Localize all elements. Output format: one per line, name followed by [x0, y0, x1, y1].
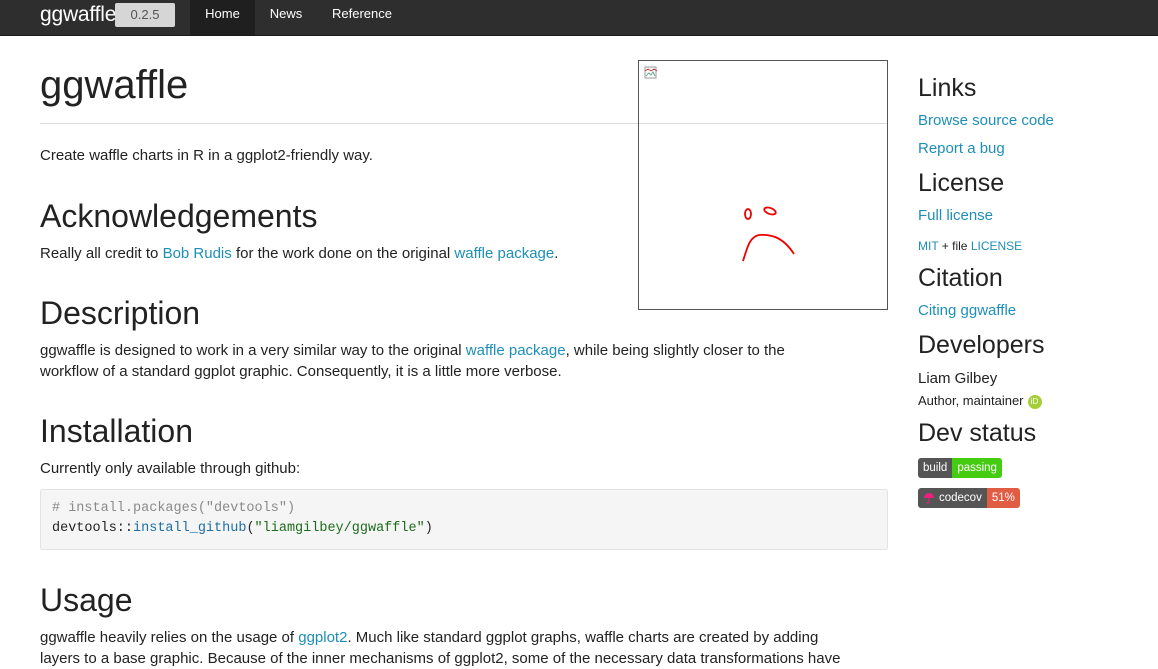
nav-reference[interactable]: Reference: [317, 0, 407, 35]
installation-heading: Installation: [40, 413, 193, 449]
sad-face-drawing: [742, 206, 795, 262]
waffle-package-link-2[interactable]: waffle package: [466, 342, 566, 359]
ack-heading: Acknowledgements: [40, 198, 318, 234]
developers-heading: Developers: [918, 331, 1045, 359]
code-function[interactable]: install_github: [133, 521, 246, 536]
installation-text: Currently only available through github:: [40, 460, 301, 477]
browse-source-link[interactable]: Browse source code: [918, 111, 1054, 131]
devstatus-heading: Dev status: [918, 419, 1037, 447]
license-line: MIT + file LICENSE: [918, 238, 1022, 254]
usage-text-3: layers to a base graphic. Because of the…: [40, 650, 841, 667]
license-heading: License: [918, 169, 1005, 197]
build-badge[interactable]: build passing: [918, 458, 1002, 478]
citing-link[interactable]: Citing ggwaffle: [918, 301, 1016, 321]
usage-text-2: . Much like standard ggplot graphs, waff…: [347, 629, 819, 646]
description-text: ggwaffle is designed to work in a very s…: [40, 340, 888, 382]
citation-heading: Citation: [918, 264, 1003, 292]
nav-news[interactable]: News: [255, 0, 317, 35]
code-comment: # install.packages("devtools"): [52, 501, 296, 516]
links-heading: Links: [918, 74, 977, 102]
build-badge-label: build: [918, 458, 953, 478]
ack-text-1: Really all credit to: [40, 245, 163, 262]
full-license-link[interactable]: Full license: [918, 206, 993, 226]
codecov-badge-value: 51%: [986, 488, 1020, 508]
usage-text-1: ggwaffle heavily relies on the usage of: [40, 629, 299, 646]
install-code-block[interactable]: # install.packages("devtools") devtools:…: [40, 489, 888, 550]
orcid-icon[interactable]: iD: [1027, 394, 1042, 409]
navbar: ggwaffle 0.2.5 Home News Reference: [0, 0, 1158, 36]
mit-link[interactable]: MIT: [918, 239, 938, 253]
usage-heading: Usage: [40, 582, 133, 618]
plus-file-text: + file: [938, 239, 971, 253]
code-string: "liamgilbey/ggwaffle": [254, 521, 425, 536]
broken-image-icon: [644, 66, 658, 79]
code-line: devtools::install_github("liamgilbey/ggw…: [52, 519, 433, 539]
usage-text: ggwaffle heavily relies on the usage of …: [40, 627, 888, 669]
nav-home[interactable]: Home: [190, 0, 255, 35]
version-badge: 0.2.5: [115, 3, 175, 27]
brand-link[interactable]: ggwaffle: [40, 1, 116, 29]
bob-rudis-link[interactable]: Bob Rudis: [163, 245, 232, 262]
license-file-link[interactable]: LICENSE: [971, 239, 1022, 253]
report-bug-link[interactable]: Report a bug: [918, 139, 1005, 159]
desc-text-3: workflow of a standard ggplot graphic. C…: [40, 363, 562, 380]
umbrella-icon: [924, 493, 934, 504]
codecov-badge-label-wrap: codecov: [918, 488, 987, 508]
desc-text-2: , while being slightly closer to the: [565, 342, 785, 359]
description-heading: Description: [40, 295, 201, 331]
waffle-package-link[interactable]: waffle package: [454, 245, 554, 262]
ack-text-3: .: [554, 245, 559, 262]
build-badge-status: passing: [952, 458, 1002, 478]
ggplot2-link[interactable]: ggplot2: [298, 629, 347, 646]
logo-image: [638, 60, 888, 310]
developer-role: Author, maintainer: [918, 393, 1024, 408]
code-pkg: devtools::: [52, 521, 134, 536]
code-paren-close: ): [424, 521, 433, 536]
developer-role-line: Author, maintainer iD: [918, 392, 1042, 410]
ack-text-2: for the work done on the original: [231, 245, 455, 262]
code-paren-open: (: [246, 521, 255, 536]
codecov-badge-label: codecov: [939, 492, 982, 504]
desc-text-1: ggwaffle is designed to work in a very s…: [40, 342, 466, 359]
page-title: ggwaffle: [40, 63, 189, 107]
developer-name: Liam Gilbey: [918, 370, 998, 387]
codecov-badge[interactable]: codecov 51%: [918, 488, 1020, 508]
